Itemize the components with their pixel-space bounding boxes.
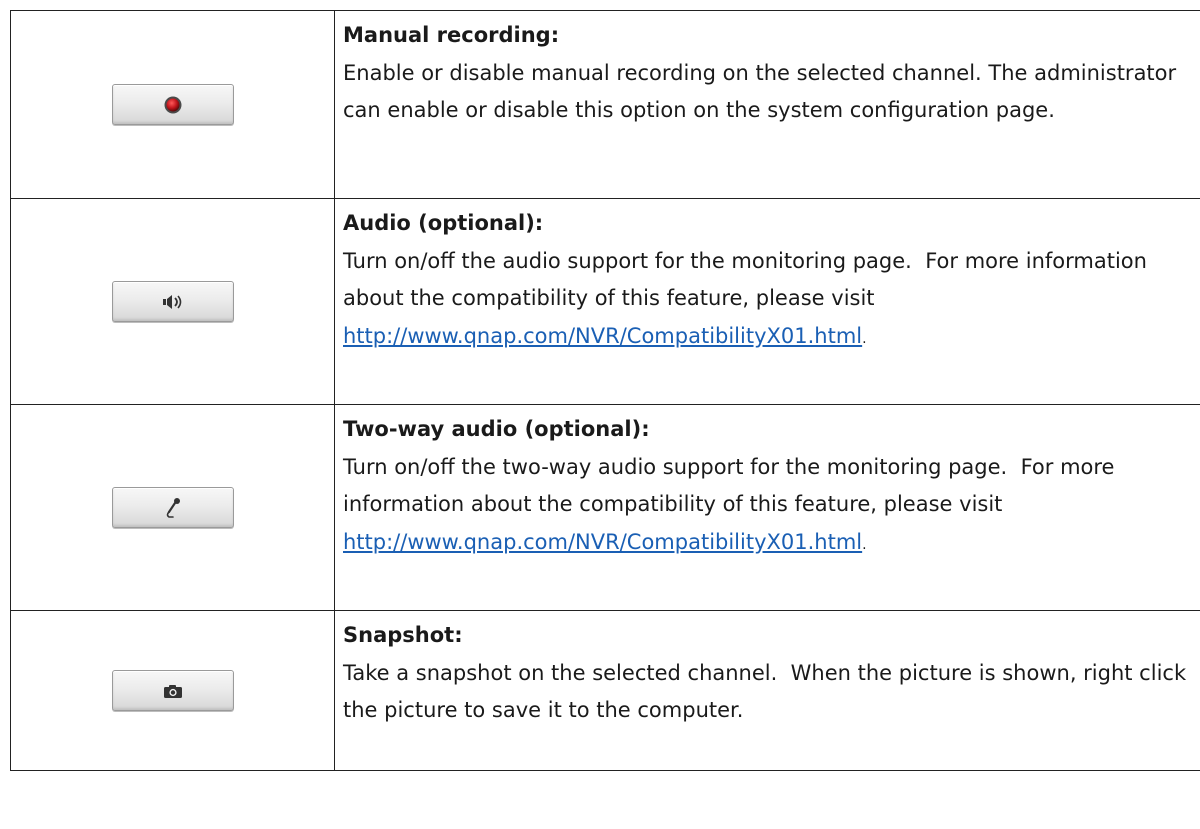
camera-icon	[163, 684, 182, 698]
icon-cell	[10, 198, 335, 405]
link-suffix: .	[862, 536, 867, 553]
description-cell: Two-way audio (optional): Turn on/off th…	[334, 404, 1200, 611]
row-title: Snapshot:	[343, 623, 463, 647]
table-row: Two-way audio (optional): Turn on/off th…	[10, 404, 1200, 611]
two-way-audio-button[interactable]	[111, 487, 234, 528]
icon-cell	[10, 610, 335, 771]
table-row: Snapshot: Take a snapshot on the selecte…	[10, 610, 1200, 771]
description-cell: Manual recording: Enable or disable manu…	[334, 10, 1200, 199]
microphone-icon	[166, 497, 180, 518]
snapshot-button[interactable]	[111, 670, 234, 711]
table-row: Manual recording: Enable or disable manu…	[10, 10, 1200, 199]
row-title: Audio (optional):	[343, 211, 544, 235]
audio-button[interactable]	[111, 281, 234, 322]
row-description: Take a snapshot on the selected channel.…	[343, 660, 1187, 723]
row-description-text: Turn on/off the audio support for the mo…	[343, 248, 1147, 311]
table-row: Audio (optional): Turn on/off the audio …	[10, 198, 1200, 405]
feature-table: Manual recording: Enable or disable manu…	[10, 10, 1200, 771]
row-description: Enable or disable manual recording on th…	[343, 60, 1177, 123]
icon-cell	[10, 404, 335, 611]
manual-recording-button[interactable]	[111, 84, 234, 125]
description-cell: Audio (optional): Turn on/off the audio …	[334, 198, 1200, 405]
speaker-icon	[162, 294, 181, 309]
record-icon	[164, 96, 181, 113]
link-suffix: .	[862, 330, 867, 347]
row-description-text: Turn on/off the two-way audio support fo…	[343, 454, 1115, 517]
row-description: Turn on/off the two-way audio support fo…	[343, 449, 1200, 565]
icon-cell	[10, 10, 335, 199]
row-title: Manual recording:	[343, 23, 560, 47]
row-description: Turn on/off the audio support for the mo…	[343, 243, 1200, 359]
compatibility-link[interactable]: http://www.qnap.com/NVR/CompatibilityX01…	[343, 324, 862, 348]
description-cell: Snapshot: Take a snapshot on the selecte…	[334, 610, 1200, 771]
compatibility-link[interactable]: http://www.qnap.com/NVR/CompatibilityX01…	[343, 530, 862, 554]
row-title: Two-way audio (optional):	[343, 417, 650, 441]
